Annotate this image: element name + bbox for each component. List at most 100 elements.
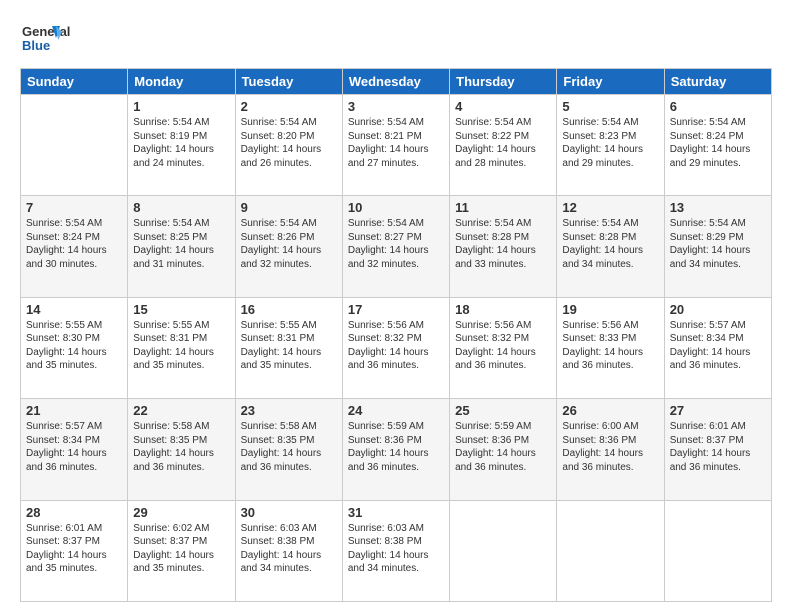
calendar-cell: 10 Sunrise: 5:54 AM Sunset: 8:27 PM Dayli… [342, 196, 449, 297]
cell-info: Sunrise: 5:54 AM Sunset: 8:24 PM Dayligh… [670, 116, 766, 170]
calendar-cell [557, 500, 664, 601]
calendar-header-friday: Friday [557, 69, 664, 95]
cell-day-number: 14 [26, 302, 122, 317]
cell-day-number: 20 [670, 302, 766, 317]
calendar-header-wednesday: Wednesday [342, 69, 449, 95]
calendar-cell: 27Sunrise: 6:01 AM Sunset: 8:37 PM Dayli… [664, 399, 771, 500]
cell-day-number: 4 [455, 99, 551, 114]
calendar-cell: 23 Sunrise: 5:58 AM Sunset: 8:35 PM Dayli… [235, 399, 342, 500]
cell-day-number: 26 [562, 403, 658, 418]
calendar-cell: 11 Sunrise: 5:54 AM Sunset: 8:28 PM Dayli… [450, 196, 557, 297]
cell-info: Sunrise: 5:54 AM Sunset: 8:24 PM Dayligh… [26, 217, 122, 271]
calendar-cell: 22 Sunrise: 5:58 AM Sunset: 8:35 PM Dayli… [128, 399, 235, 500]
logo-icon: General Blue [20, 18, 90, 58]
cell-day-number: 2 [241, 99, 337, 114]
cell-day-number: 27 [670, 403, 766, 418]
calendar-week-3: 14 Sunrise: 5:55 AM Sunset: 8:30 PM Dayli… [21, 297, 772, 398]
calendar-header-sunday: Sunday [21, 69, 128, 95]
cell-day-number: 21 [26, 403, 122, 418]
cell-day-number: 1 [133, 99, 229, 114]
cell-day-number: 15 [133, 302, 229, 317]
calendar-cell: 14 Sunrise: 5:55 AM Sunset: 8:30 PM Dayli… [21, 297, 128, 398]
cell-info: Sunrise: 5:54 AM Sunset: 8:29 PM Dayligh… [670, 217, 766, 271]
cell-day-number: 7 [26, 200, 122, 215]
cell-day-number: 19 [562, 302, 658, 317]
cell-info: Sunrise: 5:54 AM Sunset: 8:28 PM Dayligh… [455, 217, 551, 271]
calendar-cell: 17 Sunrise: 5:56 AM Sunset: 8:32 PM Dayli… [342, 297, 449, 398]
cell-day-number: 3 [348, 99, 444, 114]
cell-info: Sunrise: 5:54 AM Sunset: 8:21 PM Dayligh… [348, 116, 444, 170]
cell-info: Sunrise: 5:58 AM Sunset: 8:35 PM Dayligh… [241, 420, 337, 474]
cell-day-number: 29 [133, 505, 229, 520]
calendar-cell: 15 Sunrise: 5:55 AM Sunset: 8:31 PM Dayli… [128, 297, 235, 398]
cell-info: Sunrise: 5:57 AM Sunset: 8:34 PM Dayligh… [670, 319, 766, 373]
calendar-cell [664, 500, 771, 601]
calendar-cell: 6 Sunrise: 5:54 AM Sunset: 8:24 PM Daylig… [664, 95, 771, 196]
cell-info: Sunrise: 5:55 AM Sunset: 8:31 PM Dayligh… [241, 319, 337, 373]
cell-info: Sunrise: 5:58 AM Sunset: 8:35 PM Dayligh… [133, 420, 229, 474]
calendar-header-row: SundayMondayTuesdayWednesdayThursdayFrid… [21, 69, 772, 95]
calendar-cell: 26 Sunrise: 6:00 AM Sunset: 8:36 PM Dayli… [557, 399, 664, 500]
cell-day-number: 11 [455, 200, 551, 215]
calendar-cell: 5Sunrise: 5:54 AM Sunset: 8:23 PM Daylig… [557, 95, 664, 196]
cell-info: Sunrise: 6:00 AM Sunset: 8:36 PM Dayligh… [562, 420, 658, 474]
calendar-cell: 12Sunrise: 5:54 AM Sunset: 8:28 PM Dayli… [557, 196, 664, 297]
calendar-cell: 3 Sunrise: 5:54 AM Sunset: 8:21 PM Daylig… [342, 95, 449, 196]
calendar-cell: 28 Sunrise: 6:01 AM Sunset: 8:37 PM Dayli… [21, 500, 128, 601]
calendar-cell: 21 Sunrise: 5:57 AM Sunset: 8:34 PM Dayli… [21, 399, 128, 500]
cell-info: Sunrise: 5:54 AM Sunset: 8:20 PM Dayligh… [241, 116, 337, 170]
cell-info: Sunrise: 5:54 AM Sunset: 8:22 PM Dayligh… [455, 116, 551, 170]
calendar-cell: 20 Sunrise: 5:57 AM Sunset: 8:34 PM Dayli… [664, 297, 771, 398]
cell-info: Sunrise: 5:57 AM Sunset: 8:34 PM Dayligh… [26, 420, 122, 474]
cell-info: Sunrise: 6:02 AM Sunset: 8:37 PM Dayligh… [133, 522, 229, 576]
calendar-cell: 18Sunrise: 5:56 AM Sunset: 8:32 PM Dayli… [450, 297, 557, 398]
cell-info: Sunrise: 5:59 AM Sunset: 8:36 PM Dayligh… [455, 420, 551, 474]
cell-day-number: 30 [241, 505, 337, 520]
calendar-cell: 4 Sunrise: 5:54 AM Sunset: 8:22 PM Daylig… [450, 95, 557, 196]
cell-info: Sunrise: 5:54 AM Sunset: 8:27 PM Dayligh… [348, 217, 444, 271]
cell-day-number: 31 [348, 505, 444, 520]
cell-info: Sunrise: 5:56 AM Sunset: 8:33 PM Dayligh… [562, 319, 658, 373]
calendar-table: SundayMondayTuesdayWednesdayThursdayFrid… [20, 68, 772, 602]
cell-info: Sunrise: 5:54 AM Sunset: 8:25 PM Dayligh… [133, 217, 229, 271]
header: General Blue [20, 18, 772, 58]
cell-day-number: 22 [133, 403, 229, 418]
cell-day-number: 10 [348, 200, 444, 215]
cell-info: Sunrise: 5:54 AM Sunset: 8:26 PM Dayligh… [241, 217, 337, 271]
calendar-cell: 16 Sunrise: 5:55 AM Sunset: 8:31 PM Dayli… [235, 297, 342, 398]
cell-info: Sunrise: 6:01 AM Sunset: 8:37 PM Dayligh… [26, 522, 122, 576]
calendar-cell: 9Sunrise: 5:54 AM Sunset: 8:26 PM Daylig… [235, 196, 342, 297]
cell-day-number: 5 [562, 99, 658, 114]
calendar-cell: 8 Sunrise: 5:54 AM Sunset: 8:25 PM Daylig… [128, 196, 235, 297]
cell-info: Sunrise: 5:54 AM Sunset: 8:28 PM Dayligh… [562, 217, 658, 271]
calendar-cell: 7 Sunrise: 5:54 AM Sunset: 8:24 PM Daylig… [21, 196, 128, 297]
calendar-week-4: 21 Sunrise: 5:57 AM Sunset: 8:34 PM Dayli… [21, 399, 772, 500]
page: General Blue SundayMondayTuesdayWednesda… [0, 0, 792, 612]
cell-info: Sunrise: 5:55 AM Sunset: 8:31 PM Dayligh… [133, 319, 229, 373]
cell-info: Sunrise: 5:59 AM Sunset: 8:36 PM Dayligh… [348, 420, 444, 474]
logo: General Blue [20, 18, 90, 58]
calendar-header-saturday: Saturday [664, 69, 771, 95]
cell-day-number: 16 [241, 302, 337, 317]
calendar-cell: 2 Sunrise: 5:54 AM Sunset: 8:20 PM Daylig… [235, 95, 342, 196]
cell-day-number: 6 [670, 99, 766, 114]
cell-info: Sunrise: 5:56 AM Sunset: 8:32 PM Dayligh… [348, 319, 444, 373]
cell-info: Sunrise: 6:03 AM Sunset: 8:38 PM Dayligh… [348, 522, 444, 576]
calendar-cell: 1Sunrise: 5:54 AM Sunset: 8:19 PM Daylig… [128, 95, 235, 196]
calendar-cell: 24Sunrise: 5:59 AM Sunset: 8:36 PM Dayli… [342, 399, 449, 500]
cell-day-number: 23 [241, 403, 337, 418]
calendar-header-monday: Monday [128, 69, 235, 95]
calendar-cell: 19 Sunrise: 5:56 AM Sunset: 8:33 PM Dayli… [557, 297, 664, 398]
calendar-cell: 30Sunrise: 6:03 AM Sunset: 8:38 PM Dayli… [235, 500, 342, 601]
cell-info: Sunrise: 5:55 AM Sunset: 8:30 PM Dayligh… [26, 319, 122, 373]
cell-day-number: 8 [133, 200, 229, 215]
cell-day-number: 28 [26, 505, 122, 520]
calendar-header-thursday: Thursday [450, 69, 557, 95]
svg-text:General: General [22, 24, 70, 39]
calendar-cell: 25Sunrise: 5:59 AM Sunset: 8:36 PM Dayli… [450, 399, 557, 500]
cell-day-number: 18 [455, 302, 551, 317]
calendar-week-5: 28 Sunrise: 6:01 AM Sunset: 8:37 PM Dayli… [21, 500, 772, 601]
calendar-cell: 31 Sunrise: 6:03 AM Sunset: 8:38 PM Dayli… [342, 500, 449, 601]
cell-day-number: 17 [348, 302, 444, 317]
calendar-cell [450, 500, 557, 601]
